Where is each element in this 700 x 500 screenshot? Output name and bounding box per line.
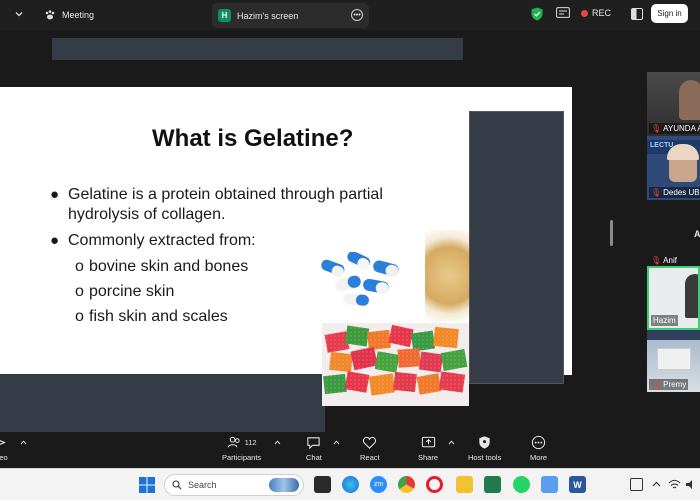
participant-name-label: Hazim: [651, 315, 678, 326]
participant-name-label: 🎙 Anif: [651, 256, 677, 265]
react-button[interactable]: React: [360, 435, 380, 462]
bullet-item: ● Commonly extracted from:: [50, 231, 440, 251]
participant-name-label: 🎙 Premy: [649, 379, 689, 390]
chevron-up-icon[interactable]: [274, 440, 281, 445]
search-highlight-image: [269, 478, 299, 492]
search-icon: [172, 480, 182, 490]
gummy-candies-image: [322, 323, 469, 406]
share-screen-icon: [421, 436, 435, 448]
mic-muted-icon: 🎙: [651, 256, 662, 265]
participants-icon: [227, 436, 240, 448]
task-view-icon[interactable]: [314, 476, 331, 493]
bullet-text: Gelatine is a protein obtained through p…: [68, 186, 383, 223]
word-icon[interactable]: W: [569, 476, 586, 493]
sub-bullet-marker: o: [75, 258, 84, 275]
mic-muted-icon: 🎙: [651, 188, 662, 197]
sign-in-button[interactable]: Sign in: [651, 4, 688, 23]
taskbar-search-box[interactable]: Search: [164, 474, 304, 496]
tab-meeting-label: Meeting: [62, 10, 95, 20]
participant-name-label: 🎙 AYUNDA A: [649, 123, 700, 134]
participants-count: 112: [244, 438, 257, 447]
heart-icon: [363, 436, 377, 449]
share-button[interactable]: Share: [418, 435, 438, 462]
video-tile[interactable]: 🎙 Anif: [647, 252, 700, 266]
opera-icon[interactable]: [426, 476, 443, 493]
bullet-dot-icon: ●: [50, 232, 60, 249]
volume-icon[interactable]: [685, 478, 698, 491]
slide-decor-panel: [469, 111, 564, 384]
tab-shared-screen[interactable]: H Hazim's screen •••: [212, 3, 369, 28]
video-tile[interactable]: LECTU 🎙 Dedes UB: [647, 136, 700, 200]
chevron-up-icon[interactable]: [650, 478, 663, 491]
bullet-text: Commonly extracted from:: [68, 232, 256, 249]
paw-icon: [45, 10, 55, 20]
video-tile-active-speaker[interactable]: Hazim: [647, 266, 700, 330]
participant-name-label: 🎙 Dedes UB: [649, 187, 700, 198]
gelatine-powder-image: [425, 230, 469, 321]
chat-icon: [307, 437, 321, 450]
chevron-up-icon[interactable]: [448, 440, 455, 445]
shield-check-icon[interactable]: [531, 7, 543, 21]
slide-footer-bar: [0, 374, 325, 440]
windows-start-icon[interactable]: [139, 477, 155, 493]
rec-label: REC: [592, 8, 612, 18]
title-bar: Meeting H Hazim's screen ••• REC Sign in: [0, 0, 700, 30]
sub-bullet-marker: o: [75, 283, 84, 300]
zoom-window: Meeting H Hazim's screen ••• REC Sign in…: [0, 0, 700, 500]
sub-bullet-text: porcine skin: [89, 283, 175, 300]
resize-handle[interactable]: [610, 220, 613, 246]
sub-bullet-marker: o: [75, 308, 84, 325]
participant-initial: A: [694, 229, 700, 239]
tab-meeting[interactable]: Meeting: [44, 5, 94, 25]
mic-muted-icon: 🎙: [651, 124, 662, 133]
host-tools-button[interactable]: Host tools: [468, 435, 501, 462]
video-tile[interactable]: 🎙 AYUNDA A: [647, 72, 700, 136]
sub-bullet-text: bovine skin and bones: [89, 258, 249, 275]
record-dot-icon: [581, 9, 588, 17]
presenter-badge: H: [218, 9, 231, 22]
zoom-app-icon[interactable]: zm: [370, 476, 387, 493]
sub-bullet-text: fish skin and scales: [89, 308, 228, 325]
recording-indicator[interactable]: REC: [581, 8, 611, 18]
tab-shared-screen-label: Hazim's screen: [237, 10, 299, 21]
chevron-up-icon[interactable]: [20, 440, 27, 445]
wifi-icon[interactable]: [668, 478, 681, 491]
slide-title: What is Gelatine?: [152, 125, 354, 152]
video-icon: [0, 439, 6, 446]
screen-capture-icon[interactable]: [630, 478, 643, 491]
video-button[interactable]: eo: [0, 435, 11, 462]
more-dots-icon: [531, 435, 546, 450]
shared-screen-view: What is Gelatine? ● Gelatine is a protei…: [0, 30, 580, 440]
chat-button[interactable]: Chat: [306, 435, 322, 462]
chrome-icon[interactable]: [398, 476, 415, 493]
meeting-controls-toolbar: eo 112 Participants Chat React Share Hos…: [0, 432, 700, 468]
bullet-dot-icon: ●: [50, 186, 60, 203]
more-options-icon[interactable]: •••: [351, 9, 363, 21]
captions-icon[interactable]: [556, 7, 570, 20]
more-button[interactable]: More: [530, 435, 547, 462]
chevron-down-icon[interactable]: [14, 9, 24, 19]
video-gallery-panel: 🎙 AYUNDA A LECTU 🎙 Dedes UB A 🎙 Anif Haz…: [580, 30, 700, 432]
chevron-up-icon[interactable]: [333, 440, 340, 445]
calculator-app-icon[interactable]: [484, 476, 501, 493]
edge-browser-icon[interactable]: [342, 476, 359, 493]
file-explorer-icon[interactable]: [456, 476, 473, 493]
view-layout-icon[interactable]: [631, 8, 643, 20]
video-tile[interactable]: 🎙 Premy: [647, 330, 700, 392]
slide-header-bar: [52, 38, 463, 60]
host-tools-shield-icon: [479, 436, 490, 449]
bullet-item: ● Gelatine is a protein obtained through…: [50, 185, 440, 225]
search-placeholder: Search: [188, 480, 217, 490]
capsules-image: [321, 252, 399, 306]
photos-app-icon[interactable]: [541, 476, 558, 493]
mic-muted-icon: 🎙: [651, 380, 662, 389]
participants-button[interactable]: 112 Participants: [222, 435, 261, 462]
whatsapp-icon[interactable]: [513, 476, 530, 493]
windows-taskbar: Search zm W: [0, 468, 700, 500]
